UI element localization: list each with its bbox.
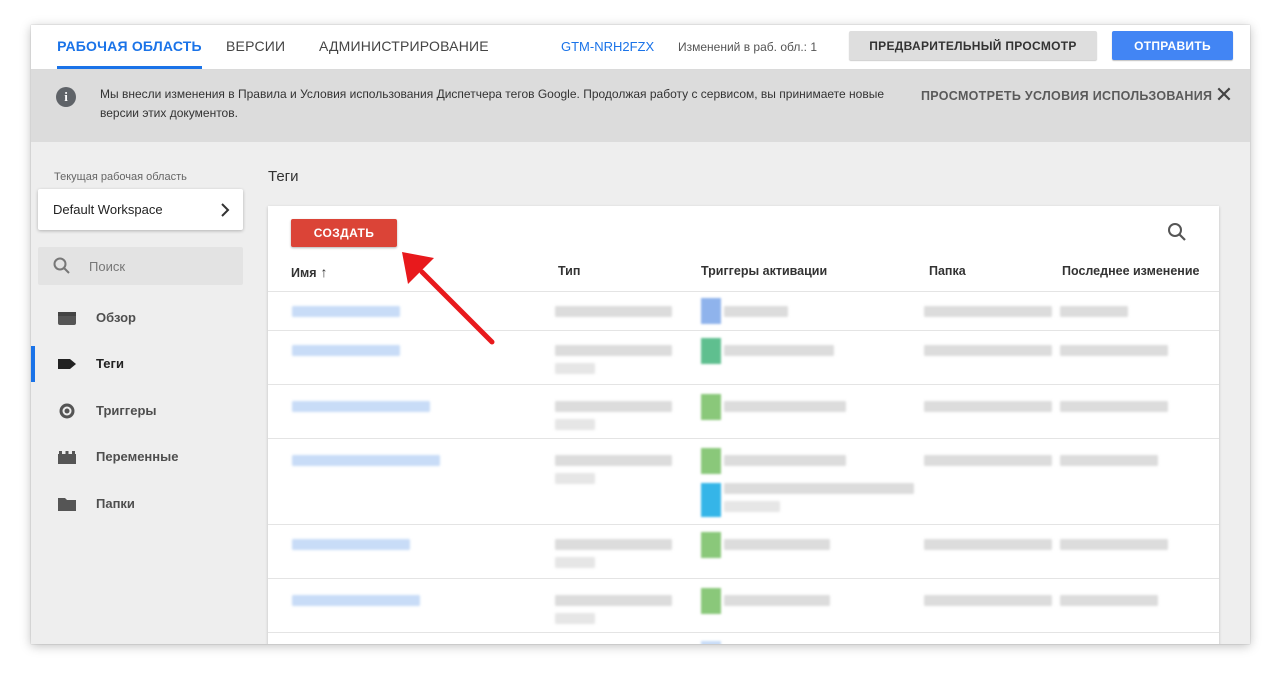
trigger-name bbox=[724, 539, 830, 550]
overview-icon bbox=[58, 312, 76, 325]
tag-name-link[interactable] bbox=[292, 306, 400, 317]
tag-name-link[interactable] bbox=[292, 595, 420, 606]
column-header-label: Имя bbox=[291, 266, 317, 280]
tag-icon bbox=[58, 359, 76, 369]
variables-icon bbox=[58, 451, 76, 464]
table-row[interactable] bbox=[268, 632, 1219, 644]
column-header-last-modified[interactable]: Последнее изменение bbox=[1062, 264, 1199, 278]
trigger-type-icon bbox=[701, 298, 721, 324]
column-header-name[interactable]: Имя ↑ bbox=[291, 264, 328, 280]
banner-message: Мы внесли изменения в Правила и Условия … bbox=[100, 87, 885, 120]
tab-versions[interactable]: ВЕРСИИ bbox=[226, 25, 285, 69]
sidebar-item-tags[interactable]: Теги bbox=[31, 341, 271, 387]
sidebar-item-label: Триггеры bbox=[96, 403, 157, 418]
tab-admin[interactable]: АДМИНИСТРИРОВАНИЕ bbox=[319, 25, 489, 69]
page-title: Теги bbox=[268, 168, 299, 185]
sidebar-item-triggers[interactable]: Триггеры bbox=[31, 388, 271, 434]
tag-type bbox=[555, 419, 595, 430]
tag-type bbox=[555, 473, 595, 484]
info-icon: i bbox=[56, 87, 76, 107]
table-row[interactable] bbox=[268, 384, 1219, 439]
sidebar-item-label: Папки bbox=[96, 496, 135, 511]
column-header-folder[interactable]: Папка bbox=[929, 264, 966, 278]
workspace-changes-count: Изменений в раб. обл.: 1 bbox=[678, 40, 818, 54]
create-tag-button[interactable]: СОЗДАТЬ bbox=[291, 219, 397, 247]
current-workspace-label: Текущая рабочая область bbox=[54, 171, 187, 183]
trigger-name bbox=[724, 401, 846, 412]
tab-workspace[interactable]: РАБОЧАЯ ОБЛАСТЬ bbox=[57, 25, 202, 69]
gtm-window: РАБОЧАЯ ОБЛАСТЬ ВЕРСИИ АДМИНИСТРИРОВАНИЕ… bbox=[31, 25, 1250, 644]
tag-type bbox=[555, 363, 595, 374]
trigger-icon bbox=[59, 403, 75, 419]
search-icon bbox=[53, 257, 70, 274]
trigger-type-icon bbox=[701, 588, 721, 614]
preview-button[interactable]: ПРЕДВАРИТЕЛЬНЫЙ ПРОСМОТР bbox=[849, 31, 1097, 60]
folder-name bbox=[924, 595, 1052, 606]
trigger-name bbox=[724, 501, 780, 512]
tag-type bbox=[555, 401, 672, 412]
tag-type bbox=[555, 345, 672, 356]
workspace-selector[interactable]: Default Workspace bbox=[38, 189, 243, 230]
search-icon[interactable] bbox=[1166, 221, 1188, 243]
trigger-name bbox=[724, 483, 914, 494]
tag-name-link[interactable] bbox=[292, 345, 400, 356]
folder-name bbox=[924, 401, 1052, 412]
sidebar-search-input[interactable] bbox=[89, 247, 229, 285]
table-row[interactable] bbox=[268, 524, 1219, 579]
tag-type bbox=[555, 455, 672, 466]
table-row[interactable] bbox=[268, 438, 1219, 525]
last-modified bbox=[1060, 455, 1158, 466]
sidebar-item-label: Обзор bbox=[96, 310, 136, 325]
folder-name bbox=[924, 455, 1052, 466]
tag-type bbox=[555, 557, 595, 568]
last-modified bbox=[1060, 306, 1128, 317]
tag-type bbox=[555, 595, 672, 606]
tag-name-link[interactable] bbox=[292, 539, 410, 550]
close-icon[interactable]: ✕ bbox=[1212, 83, 1236, 107]
trigger-name bbox=[724, 345, 834, 356]
top-bar: РАБОЧАЯ ОБЛАСТЬ ВЕРСИИ АДМИНИСТРИРОВАНИЕ… bbox=[31, 25, 1250, 70]
trigger-type-icon bbox=[701, 641, 721, 644]
tag-type bbox=[555, 613, 595, 624]
view-terms-link[interactable]: ПРОСМОТРЕТЬ УСЛОВИЯ ИСПОЛЬЗОВАНИЯ bbox=[921, 89, 1212, 103]
column-header-triggers[interactable]: Триггеры активации bbox=[701, 264, 827, 278]
sidebar-item-folders[interactable]: Папки bbox=[31, 481, 271, 527]
sidebar-item-label: Теги bbox=[96, 356, 124, 371]
container-id-link[interactable]: GTM-NRH2FZX bbox=[561, 25, 654, 69]
trigger-name bbox=[724, 595, 830, 606]
last-modified bbox=[1060, 595, 1158, 606]
trigger-name bbox=[724, 455, 846, 466]
chevron-right-icon bbox=[219, 189, 231, 229]
folder-name bbox=[924, 539, 1052, 550]
tag-name-link[interactable] bbox=[292, 455, 440, 466]
tag-name-link[interactable] bbox=[292, 401, 430, 412]
trigger-type-icon bbox=[701, 483, 721, 517]
trigger-type-icon bbox=[701, 532, 721, 558]
folder-icon bbox=[58, 498, 76, 511]
last-modified bbox=[1060, 539, 1168, 550]
sidebar-item-variables[interactable]: Переменные bbox=[31, 434, 271, 480]
annotation-arrow bbox=[402, 252, 495, 345]
last-modified bbox=[1060, 345, 1168, 356]
terms-banner: i Мы внесли изменения в Правила и Услови… bbox=[31, 70, 1250, 142]
folder-name bbox=[924, 345, 1052, 356]
sidebar-item-overview[interactable]: Обзор bbox=[31, 295, 271, 341]
submit-button[interactable]: ОТПРАВИТЬ bbox=[1112, 31, 1233, 60]
tag-type bbox=[555, 539, 672, 550]
last-modified bbox=[1060, 401, 1168, 412]
folder-name bbox=[924, 306, 1052, 317]
sidebar-item-label: Переменные bbox=[96, 449, 179, 464]
workspace-name: Default Workspace bbox=[53, 202, 163, 217]
trigger-name bbox=[724, 306, 788, 317]
trigger-type-icon bbox=[701, 338, 721, 364]
column-header-type[interactable]: Тип bbox=[558, 264, 580, 278]
tag-type bbox=[555, 306, 672, 317]
sidebar-search bbox=[38, 247, 243, 285]
sort-ascending-icon: ↑ bbox=[320, 264, 328, 280]
table-row[interactable] bbox=[268, 578, 1219, 633]
trigger-type-icon bbox=[701, 394, 721, 420]
trigger-type-icon bbox=[701, 448, 721, 474]
